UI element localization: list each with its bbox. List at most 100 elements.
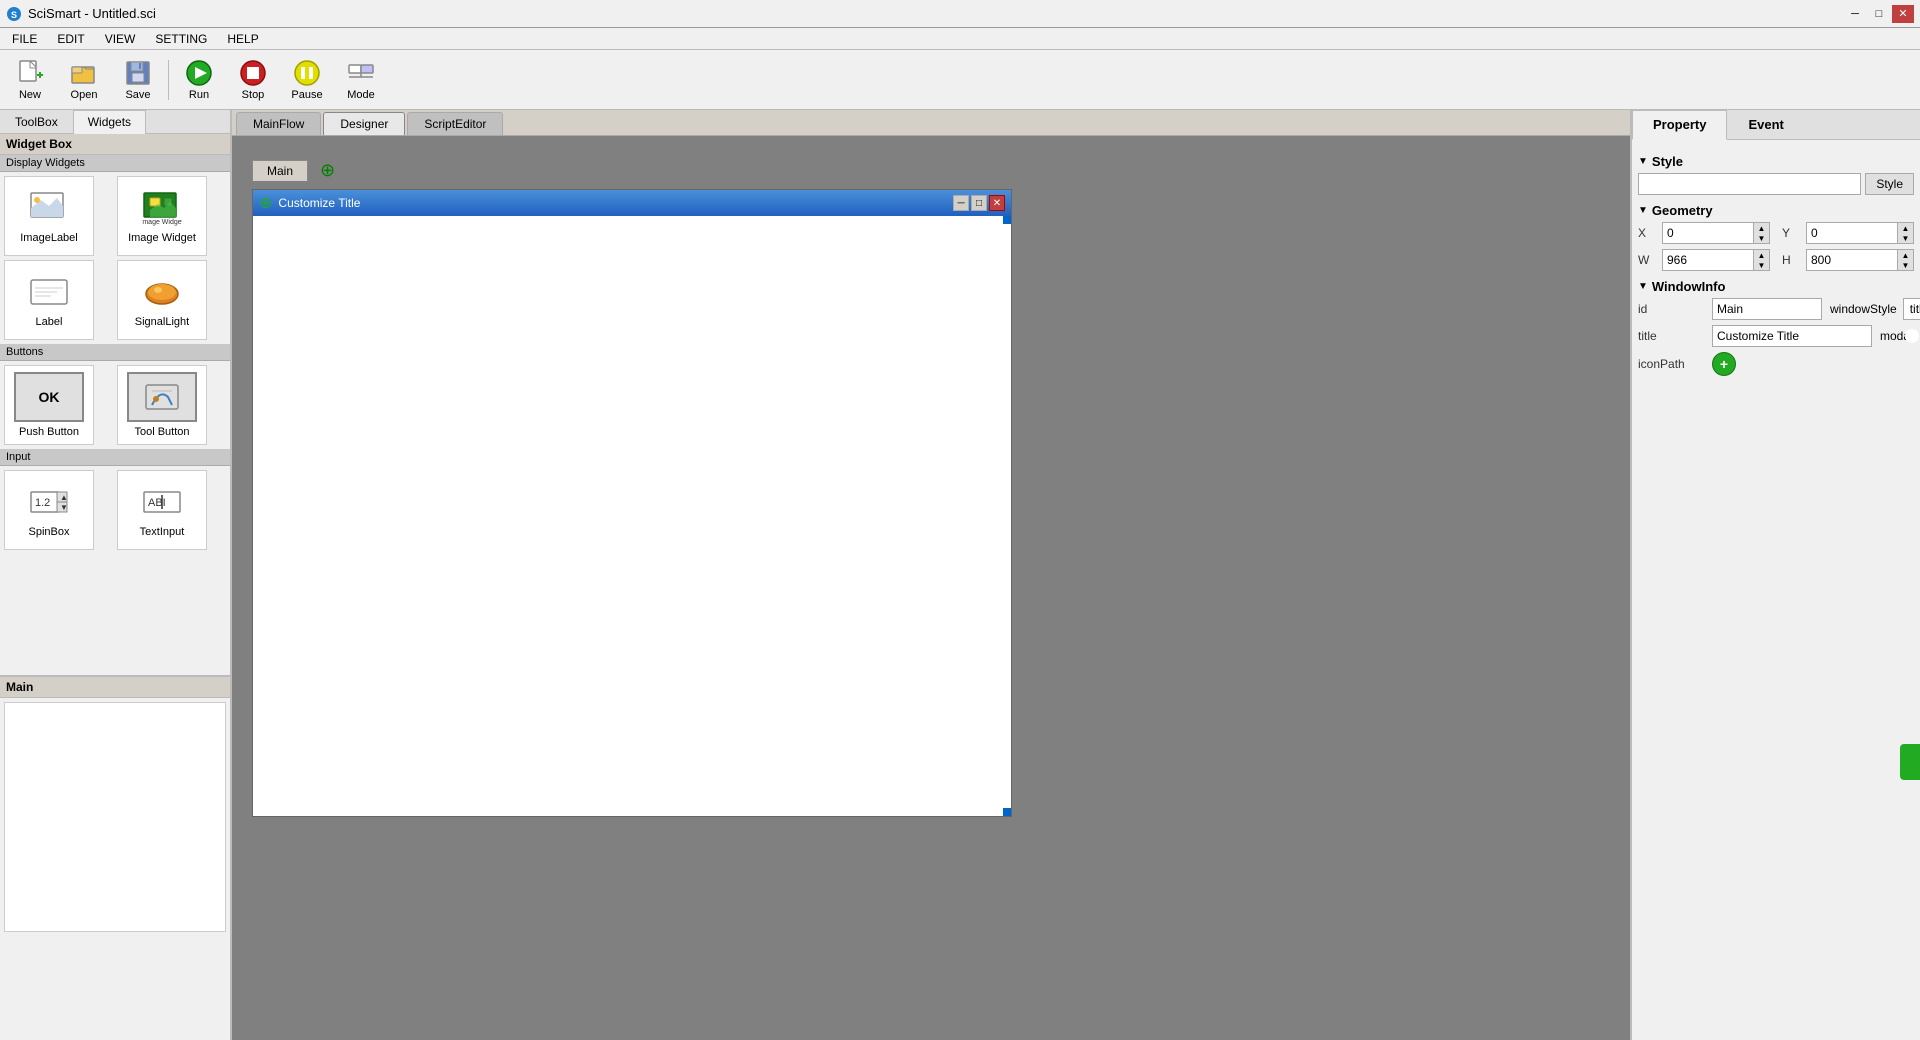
stop-button[interactable]: Stop xyxy=(227,53,279,107)
left-panel: ToolBox Widgets Widget Box Display Widge… xyxy=(0,110,232,1040)
menu-setting[interactable]: SETTING xyxy=(147,30,215,47)
w-spin-down[interactable]: ▼ xyxy=(1753,260,1769,270)
title-input[interactable]: Customize Title xyxy=(1712,325,1872,347)
x-input[interactable]: 0 xyxy=(1663,223,1753,243)
stop-label: Stop xyxy=(242,89,265,101)
y-label: Y xyxy=(1782,226,1802,240)
widget-text-input[interactable]: ABI TextInput xyxy=(117,470,207,550)
widget-scroll[interactable]: Display Widgets ImageLabel xyxy=(0,155,230,675)
section-display-widgets[interactable]: Display Widgets xyxy=(0,155,230,172)
run-label: Run xyxy=(189,89,209,101)
svg-text:▲: ▲ xyxy=(60,493,68,502)
widget-label[interactable]: Label xyxy=(4,260,94,340)
main-layout: ToolBox Widgets Widget Box Display Widge… xyxy=(0,110,1920,1040)
canvas-scroll[interactable]: Main ⊕ ⊕ Customize Title ─ □ ✕ xyxy=(232,136,1630,1040)
iconpath-button[interactable] xyxy=(1712,352,1736,376)
y-input[interactable]: 0 xyxy=(1807,223,1897,243)
windowinfo-arrow: ▼ xyxy=(1638,281,1648,292)
tab-toolbox[interactable]: ToolBox xyxy=(0,110,73,133)
signal-light-icon xyxy=(142,272,182,312)
sub-tab-main[interactable]: Main xyxy=(252,160,308,181)
h-spin-down[interactable]: ▼ xyxy=(1897,260,1913,270)
center-area: MainFlow Designer ScriptEditor Main ⊕ ⊕ … xyxy=(232,110,1630,1040)
design-window-title: Customize Title xyxy=(278,196,360,210)
tab-widgets[interactable]: Widgets xyxy=(73,110,146,134)
minimize-button[interactable]: ─ xyxy=(1844,5,1866,23)
y-spin-down[interactable]: ▼ xyxy=(1897,233,1913,243)
app-icon: S xyxy=(6,6,22,22)
h-input[interactable]: 800 xyxy=(1807,250,1897,270)
windowinfo-section-label: WindowInfo xyxy=(1652,279,1726,294)
close-button[interactable]: ✕ xyxy=(1892,5,1914,23)
design-canvas[interactable] xyxy=(253,216,1011,816)
new-label: New xyxy=(19,89,41,101)
widget-signal-light[interactable]: SignalLight xyxy=(117,260,207,340)
pause-button[interactable]: Pause xyxy=(281,53,333,107)
y-spin-up[interactable]: ▲ xyxy=(1897,223,1913,233)
x-spin-btns: ▲ ▼ xyxy=(1753,223,1769,243)
windowstyle-label: windowStyle xyxy=(1830,302,1897,316)
tab-property[interactable]: Property xyxy=(1632,110,1727,140)
tool-button-preview xyxy=(127,372,197,422)
open-button[interactable]: Open xyxy=(58,53,110,107)
menu-help[interactable]: HELP xyxy=(219,30,266,47)
svg-text:S: S xyxy=(11,10,17,20)
h-spin-up[interactable]: ▲ xyxy=(1897,250,1913,260)
menu-edit[interactable]: EDIT xyxy=(49,30,92,47)
run-button[interactable]: Run xyxy=(173,53,225,107)
style-section-label: Style xyxy=(1652,154,1683,169)
widget-image-label[interactable]: ImageLabel xyxy=(4,176,94,256)
menubar: FILE EDIT VIEW SETTING HELP xyxy=(0,28,1920,50)
h-spin-btns: ▲ ▼ xyxy=(1897,250,1913,270)
section-input[interactable]: Input xyxy=(0,449,230,466)
menu-view[interactable]: VIEW xyxy=(97,30,144,47)
widgetbox-header: Widget Box xyxy=(0,134,230,155)
widget-tool-button-text: Tool Button xyxy=(134,426,189,438)
design-window: ⊕ Customize Title ─ □ ✕ xyxy=(252,189,1012,817)
design-window-icon: ⊕ xyxy=(259,193,272,213)
design-close-button[interactable]: ✕ xyxy=(989,195,1005,211)
tab-event[interactable]: Event xyxy=(1727,110,1804,139)
widget-label-text: Label xyxy=(36,316,63,328)
style-button[interactable]: Style xyxy=(1865,173,1914,195)
resize-handle-br[interactable] xyxy=(1003,808,1011,816)
save-icon xyxy=(124,59,152,87)
tab-mainflow[interactable]: MainFlow xyxy=(236,112,321,135)
add-tab-button[interactable]: ⊕ xyxy=(312,156,343,185)
menu-file[interactable]: FILE xyxy=(4,30,45,47)
style-arrow: ▼ xyxy=(1638,156,1648,167)
modal-toggle-knob xyxy=(1905,329,1919,343)
w-spin-up[interactable]: ▲ xyxy=(1753,250,1769,260)
widget-spin-box[interactable]: 1.2 ▲ ▼ SpinBox xyxy=(4,470,94,550)
design-maximize-button[interactable]: □ xyxy=(971,195,987,211)
design-window-titlebar-controls: ─ □ ✕ xyxy=(953,195,1005,211)
design-window-titlebar: ⊕ Customize Title ─ □ ✕ xyxy=(253,190,1011,216)
widget-image-widget[interactable]: Image Widget Image Widget xyxy=(117,176,207,256)
stop-icon xyxy=(239,59,267,87)
x-spin-up[interactable]: ▲ xyxy=(1753,223,1769,233)
design-minimize-button[interactable]: ─ xyxy=(953,195,969,211)
mode-button[interactable]: Mode xyxy=(335,53,387,107)
property-content: ▼ Style Style ▼ Geometry X 0 ▲ ▼ xyxy=(1632,140,1920,387)
widget-tool-button[interactable]: Tool Button xyxy=(117,365,207,445)
x-spin-down[interactable]: ▼ xyxy=(1753,233,1769,243)
w-spin-btns: ▲ ▼ xyxy=(1753,250,1769,270)
widget-push-button[interactable]: OK Push Button xyxy=(4,365,94,445)
property-tabs: Property Event xyxy=(1632,110,1920,140)
w-input[interactable]: 966 xyxy=(1663,250,1753,270)
section-buttons[interactable]: Buttons xyxy=(0,344,230,361)
new-button[interactable]: New xyxy=(4,53,56,107)
windowinfo-title-row: title Customize Title modal xyxy=(1638,325,1914,347)
pause-label: Pause xyxy=(291,89,322,101)
windowstyle-select[interactable]: titleVisia noTitle fullscreen xyxy=(1903,298,1920,320)
save-button[interactable]: Save xyxy=(112,53,164,107)
widget-image-widget-text: Image Widget xyxy=(128,232,196,244)
resize-handle-tr[interactable] xyxy=(1003,216,1011,224)
tab-scripteditor[interactable]: ScriptEditor xyxy=(407,112,503,135)
id-input[interactable]: Main xyxy=(1712,298,1822,320)
tab-designer[interactable]: Designer xyxy=(323,112,405,135)
maximize-button[interactable]: □ xyxy=(1868,5,1890,23)
geometry-wh-row: W 966 ▲ ▼ H 800 ▲ ▼ xyxy=(1638,249,1914,271)
floating-green-button[interactable] xyxy=(1900,744,1920,780)
style-input[interactable] xyxy=(1638,173,1861,195)
